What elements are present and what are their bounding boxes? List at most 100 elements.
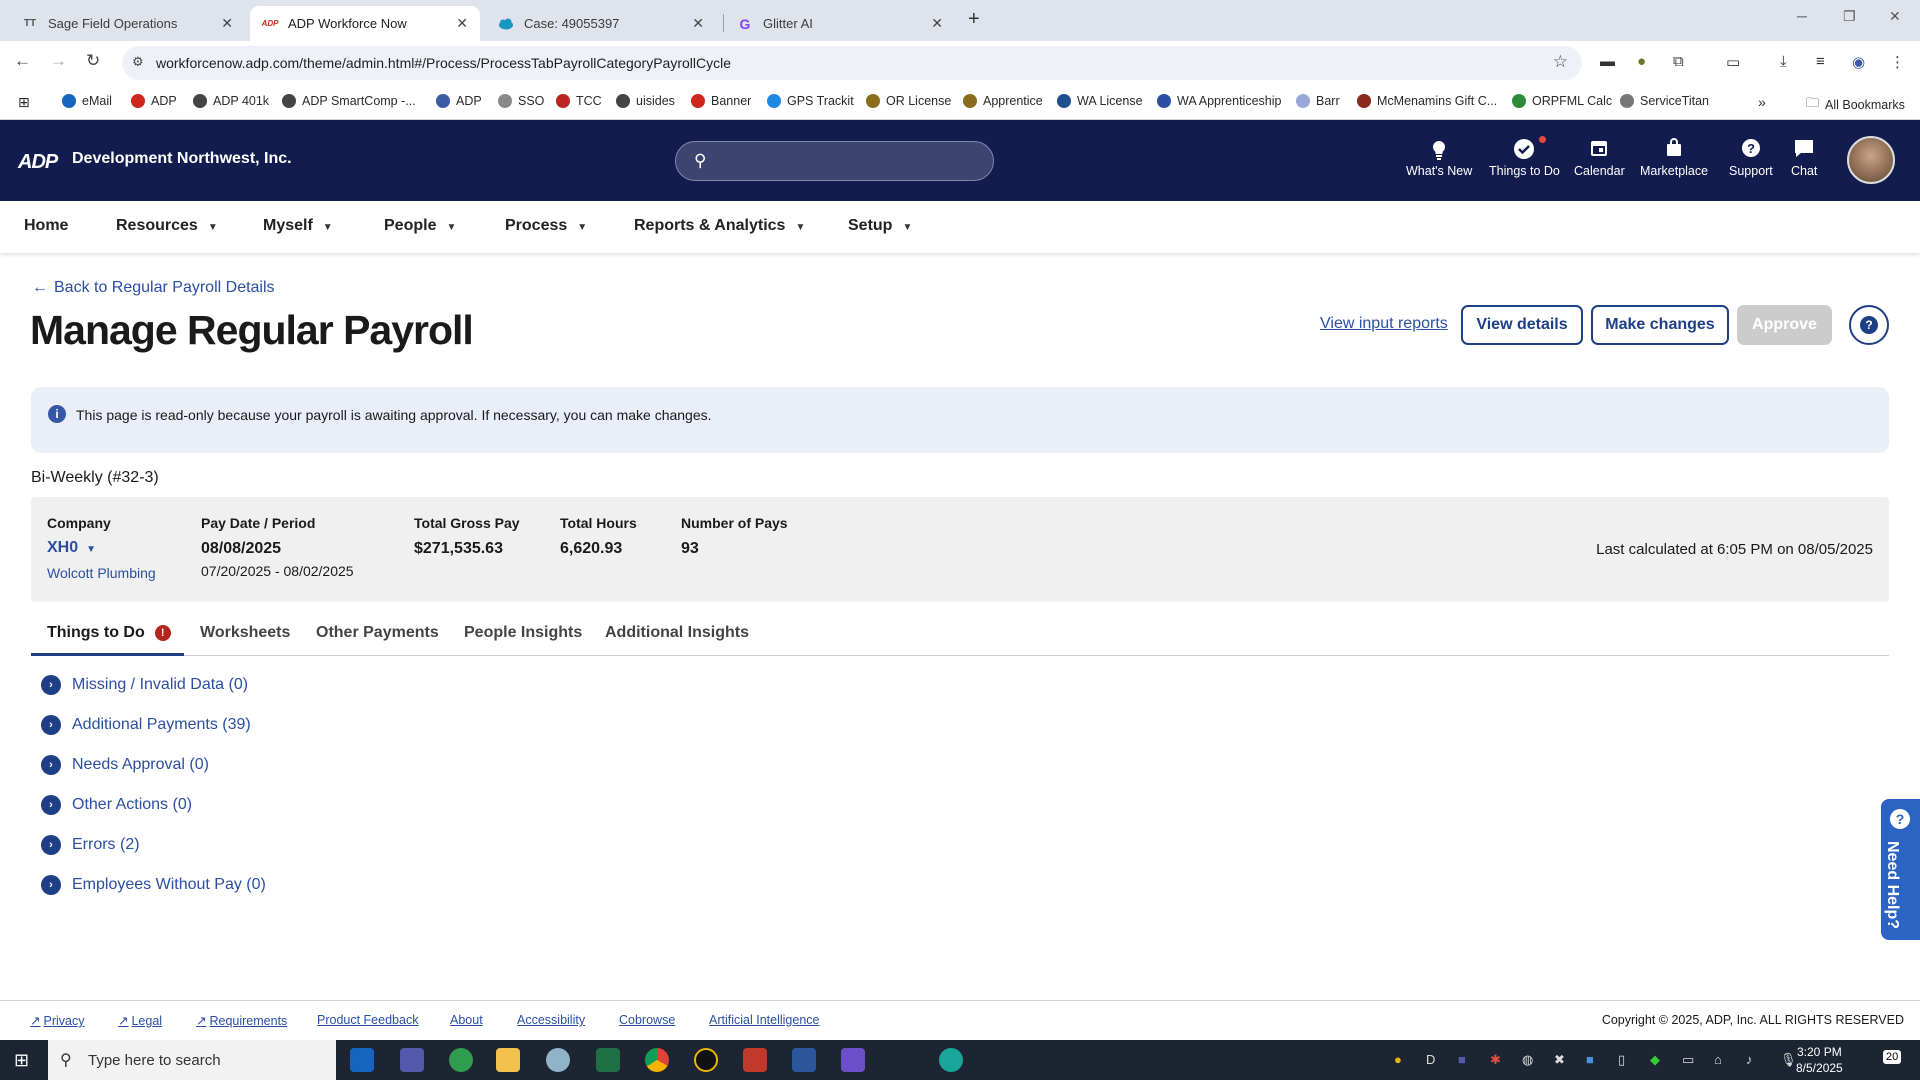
item-errors[interactable]: › Errors (2) <box>41 835 140 855</box>
header-calendar[interactable]: Calendar <box>1574 138 1625 178</box>
nav-home[interactable]: Home <box>24 217 68 235</box>
tray-icon[interactable]: ● <box>1394 1052 1402 1067</box>
back-arrow-icon[interactable]: ← <box>14 51 31 71</box>
tray-icon[interactable]: ◆ <box>1650 1052 1660 1068</box>
bookmark-orpfml-calc[interactable]: ORPFML Calc <box>1512 94 1612 108</box>
microphone-icon[interactable]: 🎙 <box>1780 1052 1797 1068</box>
user-avatar[interactable] <box>1847 136 1895 184</box>
view-details-button[interactable]: View details <box>1461 305 1583 345</box>
chrome-app-icon[interactable] <box>645 1048 669 1072</box>
download-icon[interactable]: ⤓ <box>1780 53 1787 70</box>
close-tab-icon[interactable]: ✕ <box>456 15 468 32</box>
search-input[interactable]: ⚲ <box>675 141 994 181</box>
tray-icon[interactable]: D <box>1426 1052 1435 1067</box>
close-tab-icon[interactable]: ✕ <box>692 15 704 32</box>
bookmark-tcc[interactable]: TCC <box>556 94 602 108</box>
volume-icon[interactable]: ♪ <box>1746 1052 1753 1067</box>
footer-legal-link[interactable]: ↗ Legal <box>118 1013 162 1028</box>
footer-about-link[interactable]: About <box>450 1013 483 1027</box>
profile-icon[interactable]: ◉ <box>1852 53 1865 71</box>
tab-search-icon[interactable]: ▭ <box>1726 53 1740 71</box>
browser-tab-case[interactable]: Case: 49055397 ✕ <box>486 6 716 41</box>
reload-icon[interactable]: ↻ <box>86 51 100 71</box>
windows-start-icon[interactable]: ⊞ <box>14 1050 29 1071</box>
taskbar-search[interactable]: ⚲ Type here to search <box>48 1040 336 1080</box>
tab-other-payments[interactable]: Other Payments <box>316 624 439 642</box>
more-bookmarks-icon[interactable]: » <box>1758 94 1766 110</box>
notification-center-icon[interactable]: 20 <box>1883 1050 1902 1064</box>
media-queue-icon[interactable]: ≡ <box>1816 53 1825 70</box>
item-employees-without-pay[interactable]: › Employees Without Pay (0) <box>41 875 266 895</box>
footer-privacy-link[interactable]: ↗ Privacy <box>30 1013 84 1028</box>
nav-people[interactable]: People ▼ <box>384 217 456 235</box>
bookmark-barr[interactable]: Barr <box>1296 94 1340 108</box>
teams-app-icon[interactable] <box>400 1048 424 1072</box>
url-text[interactable]: workforcenow.adp.com/theme/admin.html#/P… <box>156 55 731 71</box>
tray-icon[interactable]: ◍ <box>1522 1052 1533 1068</box>
footer-ai-link[interactable]: Artificial Intelligence <box>709 1013 819 1027</box>
file-explorer-icon[interactable] <box>496 1048 520 1072</box>
footer-accessibility-link[interactable]: Accessibility <box>517 1013 585 1027</box>
footer-product-feedback-link[interactable]: Product Feedback <box>317 1013 418 1027</box>
system-clock[interactable]: 3:20 PM 8/5/2025 <box>1796 1044 1843 1076</box>
nav-setup[interactable]: Setup ▼ <box>848 217 912 235</box>
make-changes-button[interactable]: Make changes <box>1591 305 1729 345</box>
item-missing-invalid-data[interactable]: › Missing / Invalid Data (0) <box>41 675 248 695</box>
tray-icon[interactable]: ✖ <box>1554 1052 1565 1068</box>
all-bookmarks[interactable]: 🗀 All Bookmarks <box>1806 94 1905 116</box>
header-things-to-do[interactable]: Things to Do <box>1489 136 1560 178</box>
tab-worksheets[interactable]: Worksheets <box>200 624 290 642</box>
bookmark-adp-smartcomp[interactable]: ADP SmartComp -... <box>282 94 416 108</box>
bookmark-uisides[interactable]: uisides <box>616 94 675 108</box>
view-input-reports-link[interactable]: View input reports <box>1320 315 1448 333</box>
new-tab-icon[interactable]: + <box>968 8 980 31</box>
bookmark-mcmenamins[interactable]: McMenamins Gift C... <box>1357 94 1497 108</box>
item-other-actions[interactable]: › Other Actions (0) <box>41 795 192 815</box>
close-tab-icon[interactable]: ✕ <box>221 15 233 32</box>
minimize-icon[interactable]: ─ <box>1797 8 1807 24</box>
company-name-link[interactable]: Wolcott Plumbing <box>47 565 156 581</box>
chatgpt-app-icon[interactable] <box>939 1048 963 1072</box>
footer-cobrowse-link[interactable]: Cobrowse <box>619 1013 675 1027</box>
nav-myself[interactable]: Myself ▼ <box>263 217 333 235</box>
footer-requirements-link[interactable]: ↗ Requirements <box>196 1013 287 1028</box>
tray-icon[interactable]: ■ <box>1586 1052 1594 1067</box>
bookmark-apprentice[interactable]: Apprentice <box>963 94 1043 108</box>
app-icon[interactable] <box>694 1048 718 1072</box>
bookmark-star-icon[interactable]: ☆ <box>1553 52 1568 72</box>
browser-tab-sage[interactable]: TT Sage Field Operations ✕ <box>10 6 245 41</box>
bookmark-wa-license[interactable]: WA License <box>1057 94 1143 108</box>
bookmark-or-license[interactable]: OR License <box>866 94 951 108</box>
header-chat[interactable]: Chat <box>1791 138 1817 178</box>
battery-icon[interactable]: ▭ <box>1682 1052 1694 1068</box>
bookmark-banner[interactable]: Banner <box>691 94 751 108</box>
bookmark-adp-2[interactable]: ADP <box>436 94 482 108</box>
browser-tab-adp[interactable]: ADP ADP Workforce Now ✕ <box>250 6 480 41</box>
bookmark-adp[interactable]: ADP <box>131 94 177 108</box>
header-whats-new[interactable]: What's New <box>1406 138 1472 178</box>
bookmark-servicetitan[interactable]: ServiceTitan <box>1620 94 1709 108</box>
extension-cookie-icon[interactable]: ● <box>1637 53 1646 70</box>
extensions-puzzle-icon[interactable]: ⧉ <box>1673 53 1684 70</box>
tray-icon[interactable]: ✱ <box>1490 1052 1501 1068</box>
site-info-icon[interactable]: ⚙ <box>132 54 144 70</box>
excel-app-icon[interactable] <box>596 1048 620 1072</box>
forward-arrow-icon[interactable]: → <box>50 51 67 71</box>
tab-people-insights[interactable]: People Insights <box>464 624 582 642</box>
close-window-icon[interactable]: ✕ <box>1889 8 1901 25</box>
acrobat-app-icon[interactable] <box>743 1048 767 1072</box>
browser-tab-glitter[interactable]: G Glitter AI ✕ <box>725 6 955 41</box>
bookmark-gps-trackit[interactable]: GPS Trackit <box>767 94 854 108</box>
green-app-icon[interactable] <box>449 1048 473 1072</box>
header-support[interactable]: ? Support <box>1729 138 1773 178</box>
item-additional-payments[interactable]: › Additional Payments (39) <box>41 715 251 735</box>
bookmark-adp-401k[interactable]: ADP 401k <box>193 94 269 108</box>
bookmark-wa-apprenticeship[interactable]: WA Apprenticeship <box>1157 94 1281 108</box>
back-link[interactable]: ← Back to Regular Payroll Details <box>32 279 275 297</box>
header-marketplace[interactable]: Marketplace <box>1640 138 1708 178</box>
app-icon[interactable] <box>841 1048 865 1072</box>
tab-additional-insights[interactable]: Additional Insights <box>605 624 749 642</box>
nav-resources[interactable]: Resources ▼ <box>116 217 218 235</box>
word-app-icon[interactable] <box>792 1048 816 1072</box>
adp-logo[interactable]: ADP <box>18 151 58 174</box>
